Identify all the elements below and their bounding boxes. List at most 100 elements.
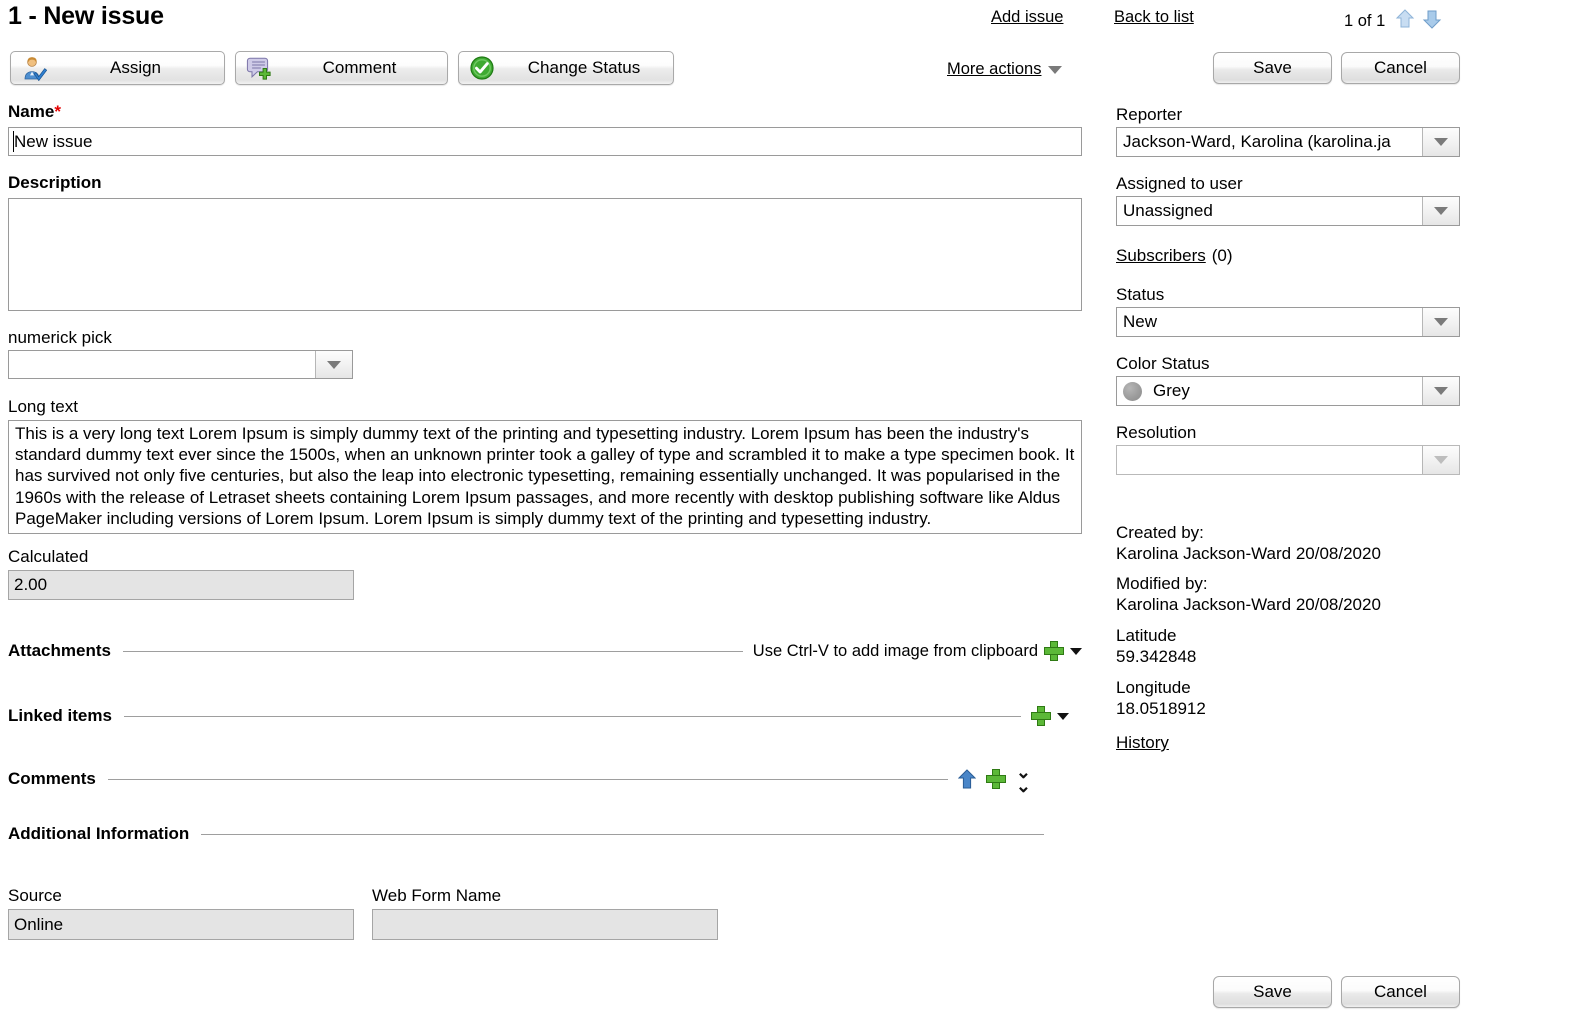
reporter-value: Jackson-Ward, Karolina (karolina.ja <box>1123 132 1391 151</box>
status-dropdown-button[interactable] <box>1422 308 1459 336</box>
save-button-top-label: Save <box>1253 58 1292 77</box>
modified-by-block: Modified by: Karolina Jackson-Ward 20/08… <box>1116 573 1381 615</box>
status-select[interactable]: New <box>1116 307 1460 337</box>
modified-by-value: Karolina Jackson-Ward 20/08/2020 <box>1116 595 1381 614</box>
required-asterisk: * <box>54 102 61 121</box>
history-link[interactable]: History <box>1116 733 1169 753</box>
assign-button[interactable]: Assign <box>10 51 225 85</box>
change-status-button-label: Change Status <box>527 58 641 77</box>
resolution-label: Resolution <box>1116 423 1197 442</box>
pager-count: 1 of 1 <box>1344 12 1386 30</box>
additional-information-section-header: Additional Information <box>8 824 1082 844</box>
assigned-to-user-label: Assigned to user <box>1116 174 1243 193</box>
comment-button[interactable]: Comment <box>235 51 448 85</box>
created-by-value: Karolina Jackson-Ward 20/08/2020 <box>1116 544 1381 563</box>
calculated-value-input <box>8 570 354 600</box>
latitude-value: 59.342848 <box>1116 647 1197 666</box>
additional-information-title: Additional Information <box>8 824 190 843</box>
subscribers-count: (0) <box>1211 246 1233 265</box>
attachments-title: Attachments <box>8 641 111 660</box>
double-chevron-down-icon[interactable]: ⌄ ⌄ <box>1016 763 1031 795</box>
attachments-section-header: Attachments Use Ctrl-V to add image from… <box>8 641 1082 661</box>
assigned-to-user-select[interactable]: Unassigned <box>1116 196 1460 226</box>
divider <box>107 778 948 780</box>
linked-items-chevron-down-icon[interactable] <box>1056 712 1069 720</box>
color-status-value: Grey <box>1153 381 1190 400</box>
color-status-dropdown-button[interactable] <box>1422 377 1459 405</box>
long-text-label: Long text <box>8 397 78 416</box>
more-actions-menu[interactable]: More actions <box>947 60 1063 79</box>
resolution-select[interactable] <box>1116 445 1460 475</box>
issue-detail-page: 1 - New issue Add issue Back to list 1 o… <box>0 0 1578 1018</box>
arrow-up-icon[interactable] <box>1394 8 1416 35</box>
reporter-select[interactable]: Jackson-Ward, Karolina (karolina.ja <box>1116 127 1460 157</box>
linked-items-tools <box>1030 706 1069 726</box>
attachments-chevron-down-icon[interactable] <box>1070 647 1082 655</box>
comment-button-label: Comment <box>322 58 397 77</box>
long-text-input[interactable]: This is a very long text Lorem Ipsum is … <box>8 420 1082 534</box>
cancel-button-bottom-label: Cancel <box>1374 982 1427 1001</box>
add-linked-item-plus-icon[interactable] <box>1030 706 1051 726</box>
name-label: Name* <box>8 102 61 122</box>
numerick-pick-value <box>9 351 315 378</box>
latitude-label: Latitude <box>1116 626 1177 645</box>
add-issue-link[interactable]: Add issue <box>991 8 1063 27</box>
cancel-button-top[interactable]: Cancel <box>1341 52 1460 84</box>
numerick-pick-select[interactable] <box>8 350 353 379</box>
comments-title: Comments <box>8 769 96 788</box>
status-label: Status <box>1116 285 1165 304</box>
arrow-down-icon[interactable] <box>1421 8 1443 35</box>
created-by-block: Created by: Karolina Jackson-Ward 20/08/… <box>1116 522 1381 564</box>
clipboard-hint: Use Ctrl-V to add image from clipboard <box>752 641 1038 660</box>
subscribers-row: Subscribers (0) <box>1116 246 1233 266</box>
name-input[interactable] <box>8 127 1082 156</box>
comments-tools: ⌄ ⌄ <box>957 763 1031 795</box>
chevron-down-icon <box>1434 318 1448 326</box>
comments-section-header: Comments ⌄ ⌄ <box>8 763 1082 795</box>
change-status-button[interactable]: Change Status <box>458 51 674 85</box>
description-label: Description <box>8 173 102 192</box>
created-by-label: Created by: <box>1116 523 1204 542</box>
chevron-down-icon <box>1048 65 1063 74</box>
source-label: Source <box>8 886 62 905</box>
divider <box>201 833 1045 835</box>
pager: 1 of 1 <box>1344 8 1443 35</box>
description-input[interactable] <box>8 198 1082 311</box>
subscribers-link[interactable]: Subscribers <box>1116 246 1206 266</box>
color-swatch-grey-icon <box>1123 381 1142 401</box>
linked-items-title: Linked items <box>8 706 112 725</box>
assigned-to-user-dropdown-button[interactable] <box>1422 197 1459 225</box>
cancel-button-bottom[interactable]: Cancel <box>1341 976 1460 1008</box>
longitude-label: Longitude <box>1116 678 1191 697</box>
text-caret <box>13 131 14 152</box>
chevron-down-icon <box>1434 207 1448 215</box>
reporter-label: Reporter <box>1116 105 1183 124</box>
check-circle-icon <box>469 55 495 81</box>
linked-items-section-header: Linked items <box>8 706 1082 726</box>
reporter-dropdown-button[interactable] <box>1422 128 1459 156</box>
add-attachment-plus-icon[interactable] <box>1044 641 1064 661</box>
assigned-to-user-value: Unassigned <box>1123 201 1213 220</box>
save-button-bottom-label: Save <box>1253 982 1292 1001</box>
web-form-name-input <box>372 909 718 940</box>
numerick-pick-dropdown-button[interactable] <box>315 351 352 378</box>
color-status-select[interactable]: Grey <box>1116 376 1460 406</box>
chevron-down-icon <box>327 360 341 369</box>
name-label-text: Name <box>8 102 55 121</box>
modified-by-label: Modified by: <box>1116 574 1208 593</box>
resolution-value <box>1117 446 1422 474</box>
latitude-block: Latitude 59.342848 <box>1116 625 1196 667</box>
status-value: New <box>1123 312 1158 331</box>
longitude-block: Longitude 18.0518912 <box>1116 677 1206 719</box>
attachments-tools: Use Ctrl-V to add image from clipboard <box>753 641 1082 661</box>
add-comment-plus-icon[interactable] <box>985 769 1006 789</box>
color-status-label: Color Status <box>1116 354 1210 373</box>
web-form-name-label: Web Form Name <box>372 886 502 905</box>
arrow-up-blue-icon[interactable] <box>957 769 977 789</box>
page-title: 1 - New issue <box>8 2 164 30</box>
back-to-list-link[interactable]: Back to list <box>1114 8 1194 27</box>
save-button-top[interactable]: Save <box>1213 52 1332 84</box>
save-button-bottom[interactable]: Save <box>1213 976 1332 1008</box>
assign-user-icon <box>21 55 48 82</box>
longitude-value: 18.0518912 <box>1116 699 1206 718</box>
